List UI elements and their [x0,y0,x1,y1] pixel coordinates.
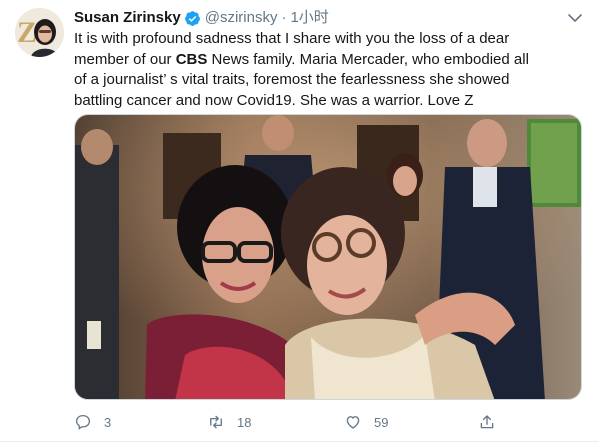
tweet-header: Susan Zirinsky @szirinsky · 1小时 [74,8,584,28]
avatar[interactable]: Z [15,8,64,57]
retweet-button[interactable]: 18 [207,412,251,432]
bold-mention: CBS [175,50,208,68]
share-icon [480,415,494,429]
retweet-icon [210,415,222,429]
photo-two-women-hugging [75,115,581,399]
avatar-photo: Z [15,8,64,57]
heart-icon [346,416,360,429]
chevron-down-icon[interactable] [566,8,584,28]
handle[interactable]: @szirinsky [205,8,278,28]
verified-badge-icon [184,10,201,27]
tweet-text: It is with profound sadness that I share… [74,29,586,111]
share-button[interactable] [478,412,496,432]
separator-dot: · [281,9,287,26]
retweet-count: 18 [237,414,252,430]
tweet-card[interactable]: Z Susan Zirinsky @szirinsky · 1小时 It is … [0,0,598,442]
tweet-text-line: member of our CBS News family. Maria Mer… [74,50,529,68]
reply-count: 3 [104,414,112,430]
tweet-photo[interactable] [74,114,582,400]
like-count: 59 [374,414,389,430]
display-name[interactable]: Susan Zirinsky [74,8,181,28]
reply-button[interactable]: 3 [74,412,111,432]
tweet-text-line: battling cancer and now Covid19. She was… [74,91,474,109]
tweet-text-line: It is with profound sadness that I share… [74,30,510,47]
timestamp[interactable]: 1小时 [290,8,328,28]
reply-icon [75,414,91,430]
tweet-actions: 3 18 59 [74,412,586,432]
like-button[interactable]: 59 [344,412,388,432]
tweet-text-line: of a journalist’ s vital traits, foremos… [74,71,510,88]
